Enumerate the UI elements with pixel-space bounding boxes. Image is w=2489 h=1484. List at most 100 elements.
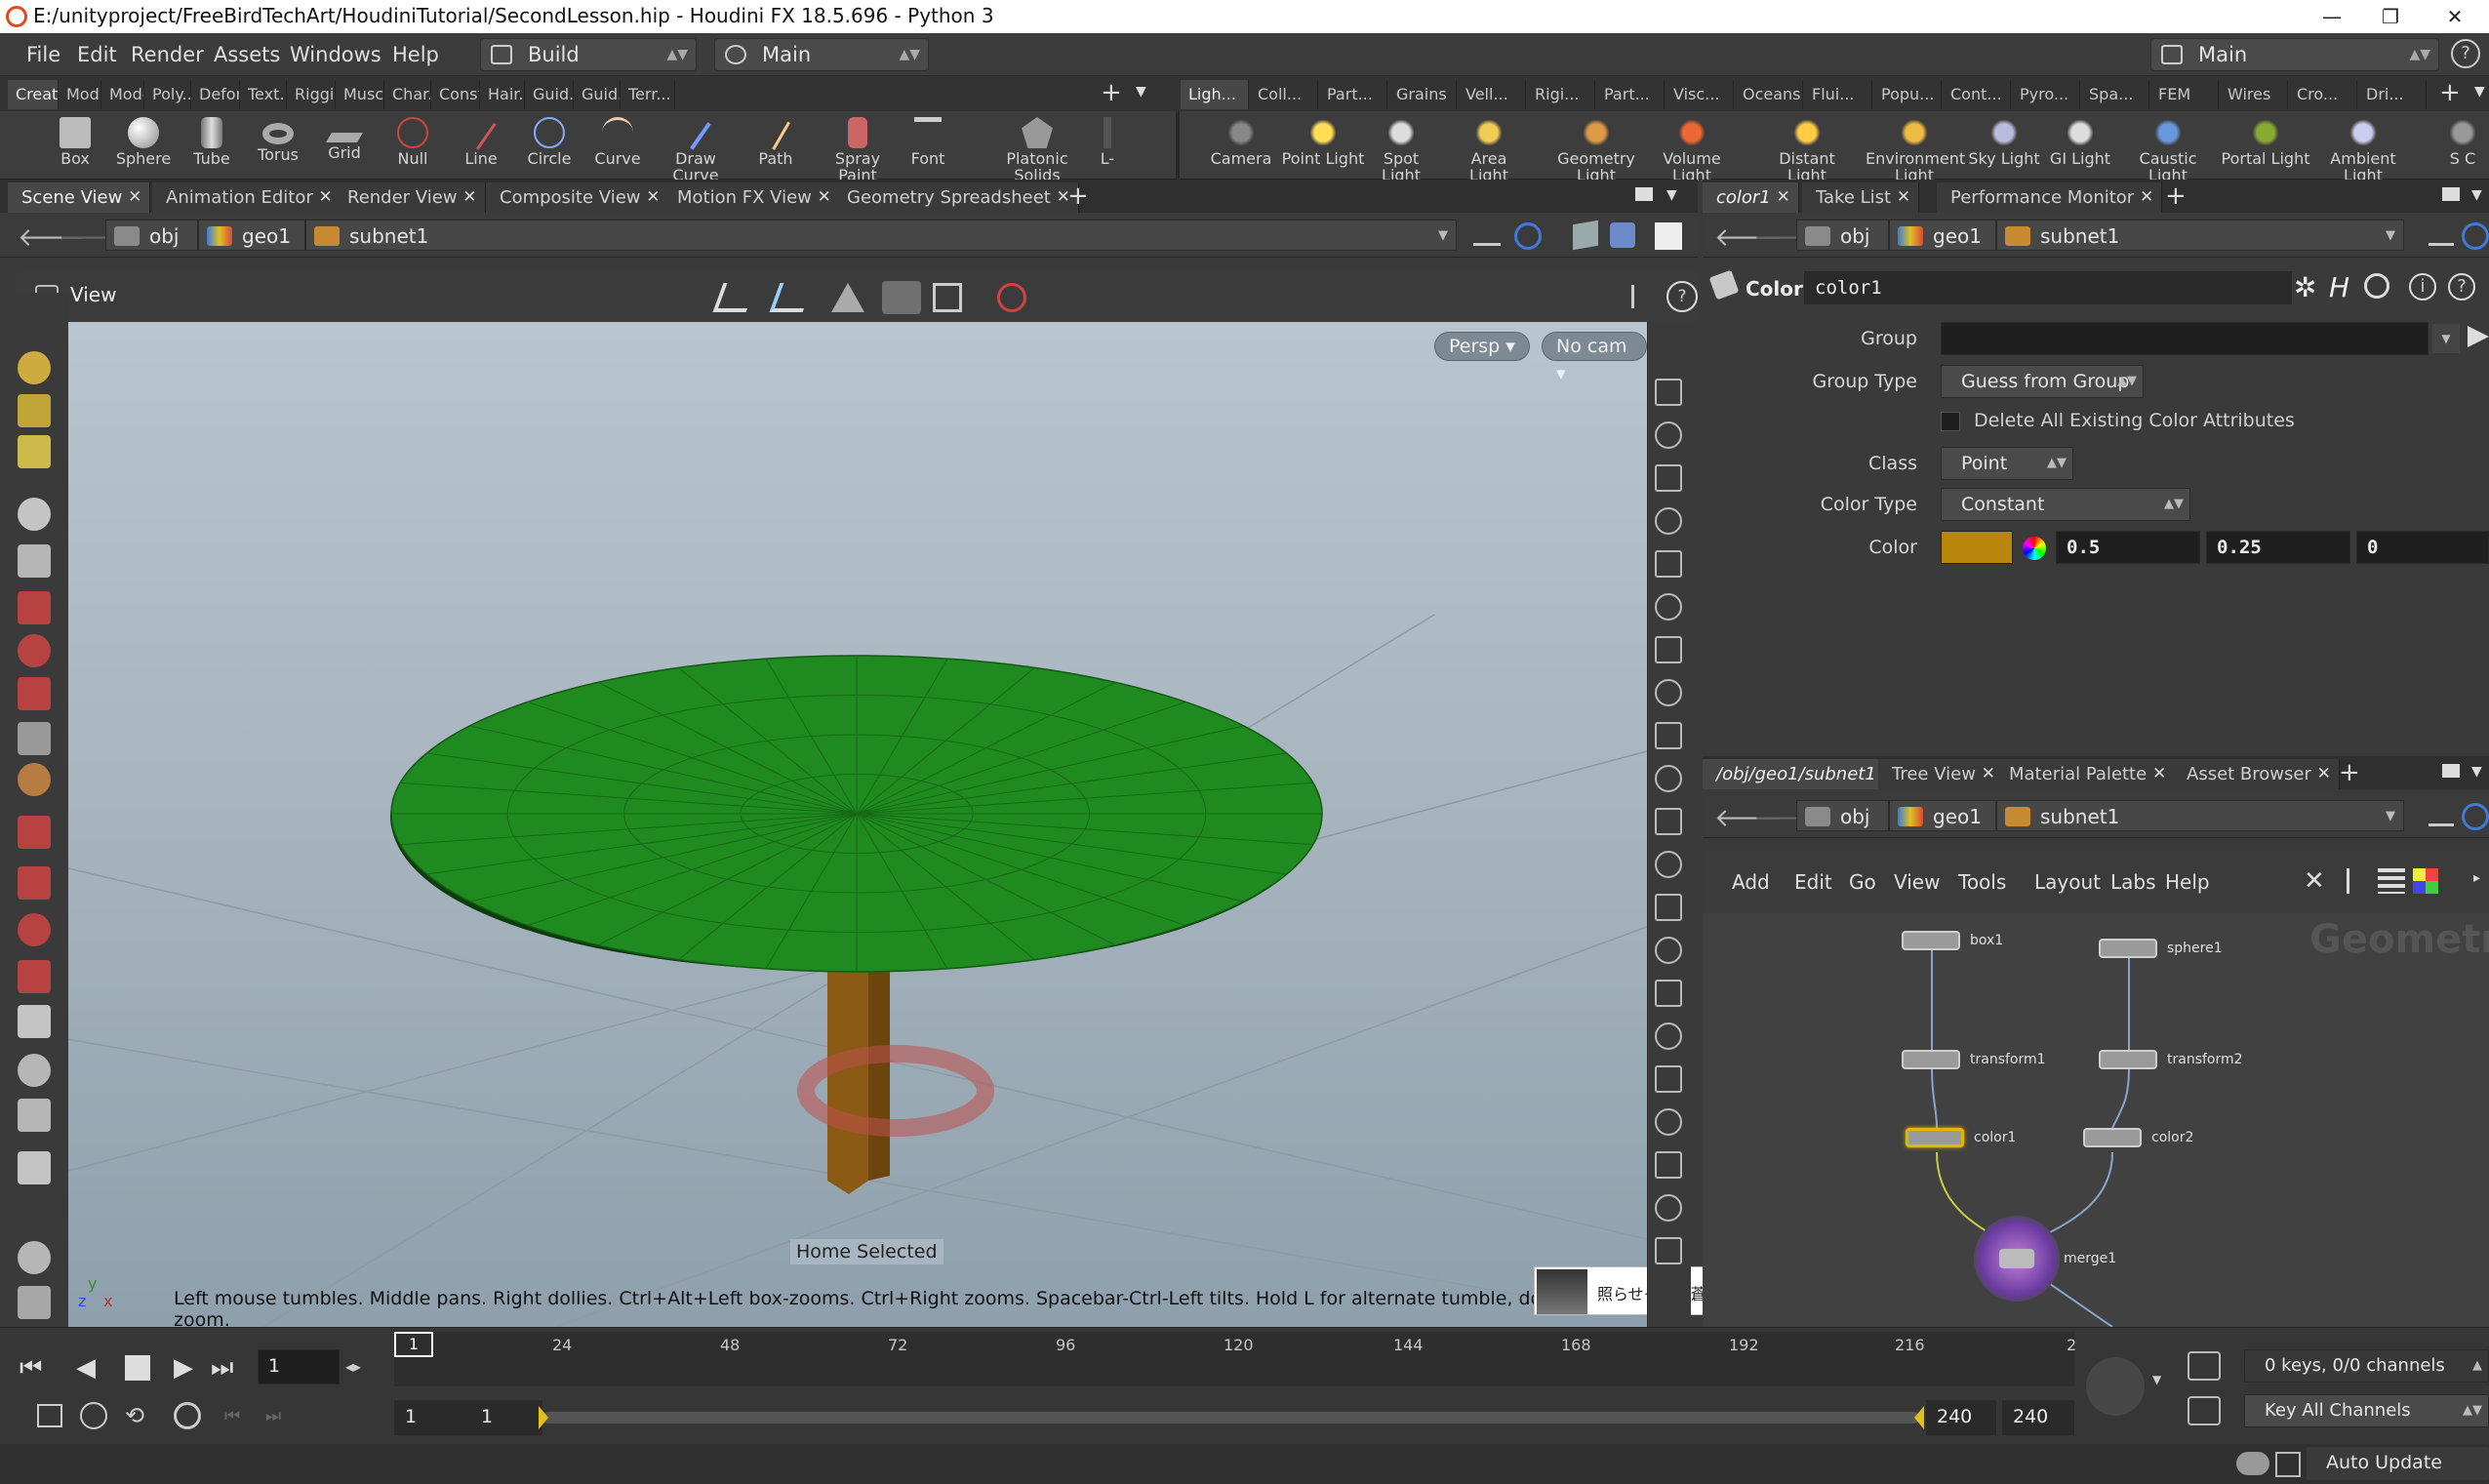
net-menu-tools[interactable]: Tools — [1958, 870, 2006, 894]
delete-colors-checkbox[interactable] — [1941, 412, 1960, 431]
shelf-tab-grains[interactable]: Grains — [1388, 80, 1457, 109]
tool-ambient-light[interactable]: Ambient Light — [2314, 113, 2412, 183]
prev-key-icon[interactable]: ⏮ — [224, 1406, 240, 1426]
frame-12b-icon[interactable] — [1655, 1065, 1682, 1093]
shelf-tab-pyro[interactable]: Pyro... — [2012, 80, 2080, 109]
tab-render-view[interactable]: Render View ✕ — [334, 182, 486, 213]
shelf-tab-const[interactable]: Const... — [431, 80, 480, 109]
close-tab-icon[interactable]: ✕ — [319, 182, 333, 213]
tool-area-light[interactable]: Area Light — [1450, 113, 1528, 183]
add-tab-icon[interactable]: + — [2165, 181, 2187, 211]
shelf-tab-muscles[interactable]: Muscles — [336, 80, 384, 109]
next-key-icon[interactable]: ⏭ — [265, 1406, 281, 1426]
tab-take-list[interactable]: Take List ✕ — [1802, 182, 1920, 213]
3d-viewport[interactable]: Persp ▾ No cam ▾ Home Selected Left mous… — [68, 322, 1647, 1327]
color-type-menu[interactable]: Constant ▲▼ — [1941, 488, 2190, 521]
graph-curve-icon[interactable] — [2188, 1396, 2221, 1425]
menu-render[interactable]: Render — [131, 43, 204, 66]
range-slider[interactable] — [539, 1406, 1924, 1429]
range-end-handle[interactable] — [1914, 1406, 1924, 1429]
ghost-icon[interactable] — [1655, 421, 1682, 449]
tool-box[interactable]: Box — [41, 113, 109, 178]
frame-12-icon[interactable] — [1655, 980, 1682, 1007]
tab-performance-monitor[interactable]: Performance Monitor ✕ — [1937, 182, 2163, 213]
light-icon[interactable] — [1655, 593, 1682, 621]
close-tab-icon[interactable]: ✕ — [646, 182, 660, 213]
camera-tool-icon[interactable] — [18, 1054, 51, 1087]
shelf-tab-model[interactable]: Model — [101, 80, 144, 109]
brush-icon[interactable] — [1655, 894, 1682, 921]
playback-end-field[interactable]: 240 — [1926, 1400, 1996, 1435]
shelf-tab-text[interactable]: Text... — [240, 80, 287, 109]
tool-geometry-light[interactable]: Geometry Light — [1547, 113, 1645, 183]
select-mode-icon[interactable] — [712, 283, 757, 312]
shelf-tab-rigi[interactable]: Rigi... — [1527, 80, 1595, 109]
playback-options-icon[interactable] — [174, 1402, 201, 1429]
pane-menu-icon[interactable]: ▼ — [2471, 764, 2482, 780]
pane-menu-icon[interactable]: ▼ — [1666, 187, 1677, 203]
tool-torus[interactable]: Torus — [244, 113, 312, 178]
shelf-tab-cro[interactable]: Cro... — [2289, 80, 2357, 109]
group-type-menu[interactable]: Guess from Group ▲▼ — [1941, 365, 2144, 398]
handle-tool-icon[interactable] — [18, 351, 51, 384]
tool-grid[interactable]: Grid — [310, 113, 379, 178]
magnet-add-tool-icon[interactable] — [18, 913, 51, 946]
select-arrow-icon[interactable] — [2468, 326, 2489, 347]
tab-animation-editor[interactable]: Animation Editor ✕ — [152, 182, 341, 213]
range-start-field[interactable]: 1 — [394, 1400, 470, 1435]
tool-path[interactable]: Path — [742, 113, 810, 178]
update-mode-icon[interactable] — [2275, 1452, 2301, 1477]
loop-icon[interactable]: ⟲ — [125, 1402, 144, 1429]
runtime-selector[interactable]: Main ▲▼ — [714, 38, 929, 71]
sphere-node-body[interactable] — [2099, 939, 2157, 958]
grid-palette-icon[interactable] — [2413, 868, 2438, 894]
tool-portal-light[interactable]: Portal Light — [2217, 113, 2314, 178]
net-menu-edit[interactable]: Edit — [1794, 870, 1832, 894]
cloud-icon[interactable] — [2236, 1452, 2269, 1475]
path-obj[interactable]: obj — [1796, 800, 1889, 831]
color-g-field[interactable]: 0.25 — [2206, 531, 2350, 564]
select-tool-icon[interactable] — [18, 498, 51, 531]
shelf-tab-terr[interactable]: Terr... — [621, 80, 675, 109]
link-icon[interactable] — [2462, 803, 2489, 830]
tab-color1[interactable]: color1 ✕ — [1703, 182, 1799, 213]
tab-scene-view[interactable]: Scene View ✕ — [8, 182, 151, 213]
tab-tree-view[interactable]: Tree View ✕ — [1878, 759, 2004, 789]
shelf-tab-create[interactable]: Create — [8, 80, 59, 109]
shelf-tab-part[interactable]: Part... — [1596, 80, 1665, 109]
tool-sphere[interactable]: Sphere — [109, 113, 178, 178]
tab-asset-browser[interactable]: Asset Browser ✕ — [2173, 759, 2340, 789]
transform-tool-icon[interactable] — [18, 394, 51, 427]
add-shelf-right-icon[interactable]: + — [2439, 78, 2461, 107]
net-menu-help[interactable]: Help — [2165, 870, 2210, 894]
net-menu-go[interactable]: Go — [1849, 870, 1876, 894]
shelf-tab-flui[interactable]: Flui... — [1804, 80, 1872, 109]
shelf-tab-cont[interactable]: Cont... — [1943, 80, 2011, 109]
desktop-selector[interactable]: Build ▲▼ — [480, 38, 697, 71]
shelf-tab-visc[interactable]: Visc... — [1666, 80, 1734, 109]
shelf-tab-coll[interactable]: Coll... — [1250, 80, 1318, 109]
close-tab-icon[interactable]: ✕ — [1777, 182, 1790, 213]
secure-select-icon[interactable] — [769, 283, 814, 312]
color-node-body[interactable] — [2083, 1128, 2142, 1147]
chevron-down-icon[interactable]: ▼ — [2152, 1373, 2161, 1386]
shelf-tab-ligh[interactable]: Ligh... — [1181, 80, 1249, 109]
color-b-field[interactable]: 0 — [2356, 531, 2489, 564]
tab-composite-view[interactable]: Composite View ✕ — [486, 182, 669, 213]
group-field[interactable] — [1941, 322, 2429, 355]
cube-view-icon[interactable] — [1573, 220, 1598, 251]
right-desktop-selector[interactable]: Main ▲▼ — [2150, 38, 2439, 71]
tree-icon[interactable] — [2347, 868, 2368, 894]
path-geo1[interactable]: geo1 — [198, 220, 305, 251]
scene-tool-icon[interactable] — [18, 1286, 51, 1319]
minimize-button[interactable]: — — [2303, 0, 2361, 33]
tool-caustic-light[interactable]: Caustic Light — [2119, 113, 2217, 183]
jump-start-icon[interactable]: ⏮ — [20, 1353, 42, 1384]
play-reverse-icon[interactable]: ◀ — [76, 1353, 96, 1383]
shelf-right-menu-icon[interactable]: ▼ — [2474, 84, 2485, 100]
menu-windows[interactable]: Windows — [290, 43, 381, 66]
current-frame-field[interactable]: 1 — [258, 1349, 340, 1384]
shelf-tab-deform[interactable]: Deform — [191, 80, 240, 109]
snap-icon[interactable] — [831, 283, 864, 312]
snap-tool-icon[interactable] — [18, 435, 51, 468]
